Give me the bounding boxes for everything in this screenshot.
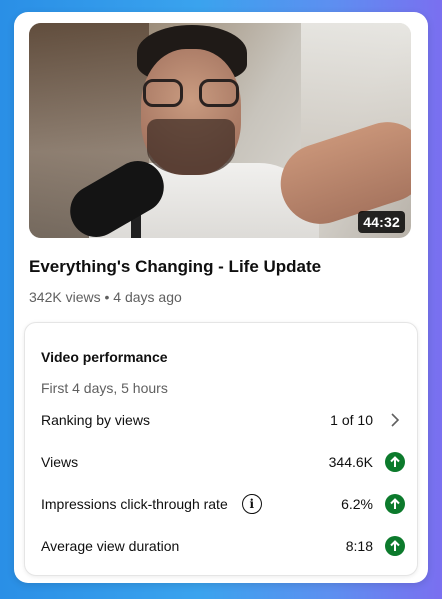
ctr-row: Impressions click-through rate i 6.2% <box>41 492 405 516</box>
video-title[interactable]: Everything's Changing - Life Update <box>29 257 321 277</box>
avg-duration-value: 8:18 <box>345 538 373 554</box>
ranking-value: 1 of 10 <box>330 412 373 428</box>
ctr-label: Impressions click-through rate <box>41 496 228 512</box>
views-label: Views <box>41 454 79 470</box>
thumbnail-glasses <box>141 79 241 107</box>
video-performance-panel: Video performance First 4 days, 5 hours … <box>24 322 418 576</box>
ctr-value: 6.2% <box>341 496 373 512</box>
performance-heading: Video performance <box>41 349 168 365</box>
arrow-up-icon <box>385 494 405 514</box>
performance-period: First 4 days, 5 hours <box>41 380 168 396</box>
avg-duration-label: Average view duration <box>41 538 180 554</box>
views-row: Views 344.6K <box>41 450 405 474</box>
video-thumbnail[interactable]: 44:32 <box>29 23 411 238</box>
duration-badge: 44:32 <box>358 211 405 233</box>
video-meta: 342K views • 4 days ago <box>29 289 182 305</box>
ranking-row[interactable]: Ranking by views 1 of 10 <box>41 408 405 432</box>
info-icon[interactable]: i <box>241 494 262 514</box>
chevron-right-icon[interactable] <box>385 410 405 430</box>
ranking-label: Ranking by views <box>41 412 150 428</box>
thumbnail-beard <box>147 119 235 175</box>
video-card: 44:32 Everything's Changing - Life Updat… <box>14 12 428 583</box>
avg-duration-row: Average view duration 8:18 <box>41 534 405 558</box>
arrow-up-icon <box>385 536 405 556</box>
arrow-up-icon <box>385 452 405 472</box>
views-value: 344.6K <box>328 454 373 470</box>
